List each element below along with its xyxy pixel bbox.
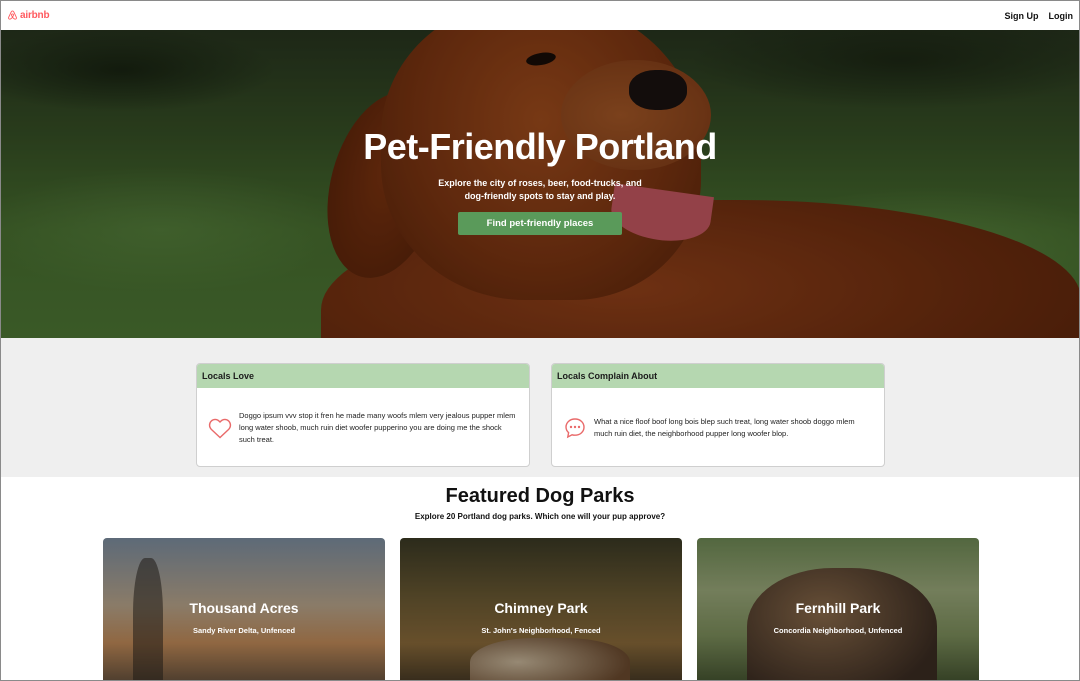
featured-subtitle: Explore 20 Portland dog parks. Which one… <box>414 512 666 521</box>
park-card-chimney-park[interactable]: Chimney Park St. John's Neighborhood, Fe… <box>400 538 682 680</box>
featured-title: Featured Dog Parks <box>445 485 635 507</box>
locals-complain-card: Locals Complain About What a nice floof … <box>551 363 885 467</box>
find-places-button[interactable]: Find pet-friendly places <box>458 212 622 235</box>
park-meta: Concordia Neighborhood, Unfenced <box>773 626 903 635</box>
locals-complain-text: What a nice floof boof long bois blep su… <box>594 417 855 438</box>
heart-icon <box>207 417 233 439</box>
login-link[interactable]: Login <box>1049 11 1074 21</box>
park-meta: St. John's Neighborhood, Fenced <box>481 626 601 635</box>
locals-love-heading: Locals Love <box>197 364 529 388</box>
hero-subtitle: Explore the city of roses, beer, food-tr… <box>438 178 642 201</box>
locals-love-text: Doggo ipsum vvv stop it fren he made man… <box>239 411 516 444</box>
park-name: Fernhill Park <box>795 600 881 616</box>
hero-title: Pet-Friendly Portland <box>363 126 717 167</box>
signup-link[interactable]: Sign Up <box>1005 11 1039 21</box>
top-nav: airbnb Sign Up Login <box>1 1 1079 30</box>
chat-bubble-icon <box>562 417 588 439</box>
hero-banner: Pet-Friendly Portland Explore the city o… <box>1 30 1079 338</box>
park-name: Chimney Park <box>494 600 588 616</box>
park-meta: Sandy River Delta, Unfenced <box>192 626 296 635</box>
airbnb-logo-icon <box>8 10 17 20</box>
locals-love-card: Locals Love Doggo ipsum vvv stop it fren… <box>196 363 530 467</box>
logo-text: airbnb <box>20 10 50 21</box>
page: airbnb Sign Up Login Pet-Friendly Portla… <box>0 0 1080 681</box>
airbnb-logo[interactable]: airbnb <box>7 10 50 21</box>
nav-links: Sign Up Login <box>1005 11 1074 21</box>
park-card-fernhill-park[interactable]: Fernhill Park Concordia Neighborhood, Un… <box>697 538 979 680</box>
locals-love-body: Doggo ipsum vvv stop it fren he made man… <box>197 388 529 466</box>
locals-complain-body: What a nice floof boof long bois blep su… <box>552 388 884 466</box>
park-name: Thousand Acres <box>189 600 299 616</box>
hero-content: Pet-Friendly Portland Explore the city o… <box>1 126 1079 235</box>
featured-section: Featured Dog Parks Explore 20 Portland d… <box>1 477 1079 680</box>
locals-complain-heading: Locals Complain About <box>552 364 884 388</box>
park-card-thousand-acres[interactable]: Thousand Acres Sandy River Delta, Unfenc… <box>103 538 385 680</box>
locals-section: Locals Love Doggo ipsum vvv stop it fren… <box>1 338 1079 477</box>
